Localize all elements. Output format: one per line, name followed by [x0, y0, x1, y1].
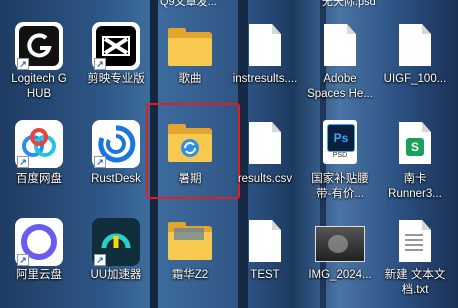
- desktop-icon-capcut[interactable]: ↗ 剪映专业版: [79, 18, 153, 108]
- text-document-icon: [399, 220, 431, 262]
- icon-label: IMG_2024...: [308, 269, 372, 281]
- sheet-icon: S: [399, 122, 431, 164]
- aliyun-drive-icon: ↗: [15, 218, 63, 266]
- shortcut-arrow-icon: ↗: [94, 156, 106, 168]
- desktop-icon-aliyun-drive[interactable]: ↗ 阿里云盘: [2, 214, 76, 304]
- rustdesk-icon: ↗: [92, 120, 140, 168]
- icon-label: 霜华Z2: [171, 269, 209, 281]
- folder-icon: [168, 28, 212, 66]
- icon-label: instresults....: [232, 73, 298, 85]
- logitech-g-hub-icon: ↗: [15, 22, 63, 70]
- icon-label: 暑期: [178, 173, 202, 185]
- partial-label: Q9文章发...: [160, 0, 217, 8]
- icon-label: HUB: [26, 88, 52, 100]
- desktop-icon-adobe-spaces[interactable]: Adobe Spaces He...: [303, 18, 377, 108]
- shortcut-arrow-icon: ↗: [17, 254, 29, 266]
- icon-label: 阿里云盘: [16, 269, 62, 281]
- baidu-netdisk-icon: ↗: [15, 120, 63, 168]
- desktop-icon-nanka-runner[interactable]: S 南卡 Runner3...: [378, 116, 452, 206]
- desktop-icon-summer-folder[interactable]: 暑期: [153, 116, 227, 206]
- sync-folder-icon: [168, 124, 212, 162]
- uu-accelerator-icon: ↗: [92, 218, 140, 266]
- desktop-icon-psd-file[interactable]: Ps PSD 国家补贴腰 带-有价...: [303, 116, 377, 206]
- image-thumbnail-icon: [315, 226, 365, 262]
- desktop-icon-rustdesk[interactable]: ↗ RustDesk: [79, 116, 153, 206]
- desktop-icon-results-csv[interactable]: results.csv: [228, 116, 302, 206]
- icon-label: UIGF_100...: [383, 73, 447, 85]
- desktop-icon-uu-accelerator[interactable]: ↗ UU加速器: [79, 214, 153, 304]
- icon-label: 南卡: [403, 173, 427, 185]
- desktop-icon-new-text-document[interactable]: 新建 文本文 档.txt: [378, 214, 452, 304]
- icon-label: 新建 文本文: [384, 269, 446, 281]
- shortcut-arrow-icon: ↗: [17, 156, 29, 168]
- desktop-icon-baidu-netdisk[interactable]: ↗ 百度网盘: [2, 116, 76, 206]
- desktop-icon-uigf[interactable]: UIGF_100...: [378, 18, 452, 108]
- icon-label: UU加速器: [90, 269, 142, 281]
- desktop-icon-instresults[interactable]: instresults....: [228, 18, 302, 108]
- partial-label: 无天际.psd: [322, 0, 376, 8]
- icon-label: 带-有价...: [316, 188, 364, 200]
- psd-icon: Ps PSD: [323, 120, 357, 164]
- icon-label: Adobe: [323, 73, 357, 85]
- icon-label: Logitech G: [11, 73, 67, 85]
- document-icon: [249, 122, 281, 164]
- icon-label: results.csv: [237, 173, 293, 185]
- capcut-icon: ↗: [92, 22, 140, 70]
- icon-label: RustDesk: [91, 173, 141, 185]
- document-icon: [399, 24, 431, 66]
- desktop-icon-img-2024[interactable]: IMG_2024...: [303, 214, 377, 304]
- document-icon: [249, 220, 281, 262]
- icon-label: Spaces He...: [307, 88, 373, 100]
- folder-icon: [168, 222, 212, 260]
- icon-label: 百度网盘: [16, 173, 62, 185]
- desktop-icon-test[interactable]: TEST: [228, 214, 302, 304]
- desktop-icon-folder-songs[interactable]: 歌曲: [153, 18, 227, 108]
- icon-label: Runner3...: [388, 188, 442, 200]
- shortcut-arrow-icon: ↗: [17, 58, 29, 70]
- icon-label: TEST: [250, 269, 280, 281]
- icon-label: 剪映专业版: [87, 73, 145, 85]
- document-icon: [249, 24, 281, 66]
- shortcut-arrow-icon: ↗: [94, 254, 106, 266]
- icon-label: 国家补贴腰: [311, 173, 369, 185]
- desktop-icon-logitech-g-hub[interactable]: ↗ Logitech G HUB: [2, 18, 76, 108]
- icon-label: 歌曲: [178, 73, 202, 85]
- icon-label: 档.txt: [401, 284, 429, 296]
- desktop-icon-folder-shuanghua[interactable]: 霜华Z2: [153, 214, 227, 304]
- document-icon: [324, 24, 356, 66]
- shortcut-arrow-icon: ↗: [94, 58, 106, 70]
